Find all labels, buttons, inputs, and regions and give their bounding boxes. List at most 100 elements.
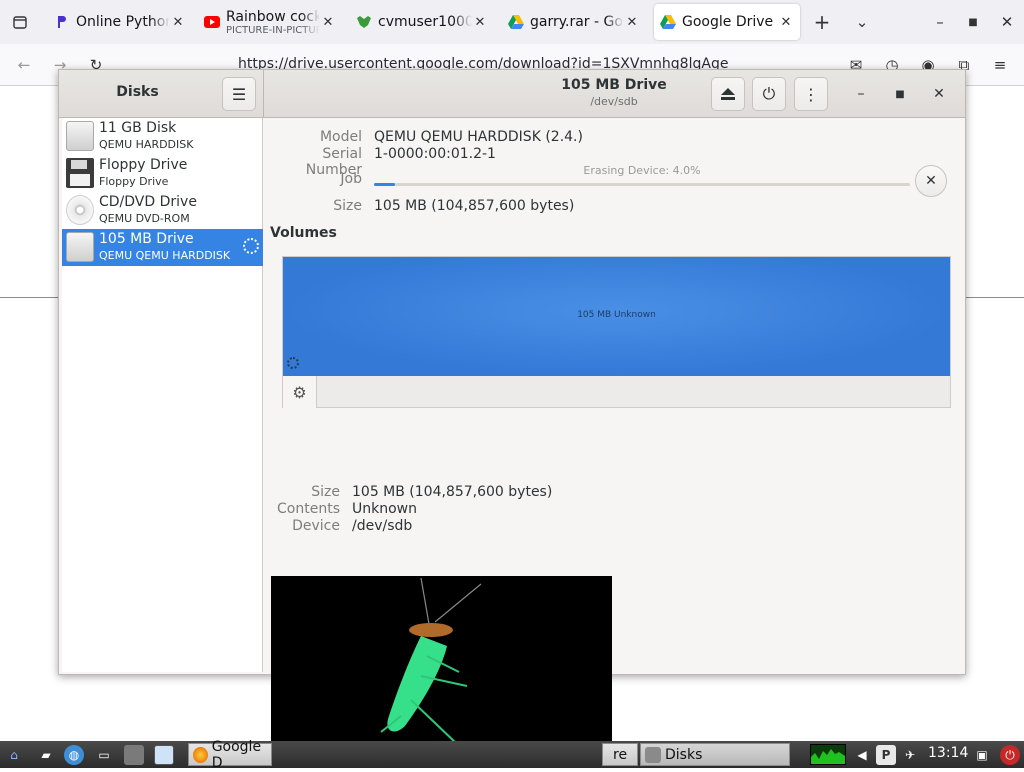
shutdown-icon[interactable]: ⏻ — [1000, 745, 1020, 765]
drive-model: QEMU HARDDISK — [99, 138, 194, 151]
web-browser-icon[interactable]: ◍ — [64, 745, 84, 765]
size-label: Size — [333, 198, 362, 214]
vertical-dots-icon: ⋮ — [803, 84, 819, 104]
start-menu-icon[interactable]: ⌂ — [4, 745, 24, 765]
volume-device-value: /dev/sdb — [352, 518, 413, 534]
model-value: QEMU QEMU HARDDISK (2.4.) — [374, 129, 583, 145]
close-icon: ✕ — [925, 173, 937, 189]
system-tray-icon[interactable]: ▣ — [972, 745, 992, 765]
maximize-window-button[interactable]: ■ — [888, 82, 912, 106]
model-label: Model — [319, 129, 362, 145]
power-icon: ⏻ — [762, 84, 776, 103]
harddisk-icon — [66, 232, 94, 262]
volume-size-label: Size — [311, 484, 340, 500]
harddisk-icon — [66, 121, 94, 151]
taskbar-item-disks[interactable]: Disks — [640, 743, 790, 766]
home-folder-icon[interactable]: ▰ — [36, 745, 56, 765]
browser-tab[interactable]: Rainbow cock PICTURE-IN-PICTURE ✕ — [198, 4, 342, 40]
maximize-browser-icon[interactable]: ■ — [957, 6, 989, 38]
optical-disc-icon — [66, 195, 94, 225]
drive-model: QEMU DVD-ROM — [99, 212, 190, 225]
size-value: 105 MB (104,857,600 bytes) — [374, 198, 575, 214]
job-progress-fill — [374, 183, 396, 186]
show-desktop-icon[interactable]: ▭ — [94, 745, 114, 765]
volume-partition[interactable]: 105 MB Unknown — [283, 257, 950, 376]
network-icon[interactable]: ✈ — [900, 745, 920, 765]
tab-title: Google Drive — [682, 14, 774, 30]
volume-icon[interactable]: ◀ — [852, 745, 872, 765]
disks-icon — [645, 746, 661, 763]
app-menu-button[interactable]: ☰ — [222, 77, 256, 111]
firefox-icon — [193, 746, 208, 763]
back-arrow-icon[interactable]: ← — [8, 49, 40, 81]
volumes-heading: Volumes — [270, 225, 337, 241]
power-off-button[interactable]: ⏻ — [752, 77, 786, 111]
busy-spinner-icon — [287, 357, 299, 369]
floppy-icon — [66, 158, 94, 188]
tab-title: garry.rar - Go — [530, 14, 623, 30]
partition-options-button[interactable]: ⚙ — [283, 376, 317, 408]
drive-item-cdrom[interactable]: CD/DVD Drive QEMU DVD-ROM — [62, 192, 263, 229]
volume-contents-label: Contents — [277, 501, 340, 517]
busy-spinner-icon — [243, 238, 259, 254]
clipboard-icon[interactable]: P — [876, 745, 896, 765]
drive-name: Floppy Drive — [99, 157, 188, 173]
volume-map: 105 MB Unknown ⚙ — [282, 256, 951, 408]
volume-label: 105 MB Unknown — [577, 310, 656, 320]
drive-item-11gb[interactable]: 11 GB Disk QEMU HARDDISK — [62, 118, 263, 155]
google-drive-icon — [660, 14, 676, 30]
drive-name: CD/DVD Drive — [99, 194, 197, 210]
job-progress-bar — [374, 183, 910, 186]
close-browser-icon[interactable]: ✕ — [991, 6, 1023, 38]
drive-name: 105 MB Drive — [99, 231, 194, 247]
hamburger-menu-icon: ☰ — [231, 84, 247, 104]
window-subtitle: /dev/sdb — [590, 95, 638, 108]
browser-tab-bar: Online Python ✕ Rainbow cock PICTURE-IN-P… — [0, 0, 1024, 44]
close-tab-icon[interactable]: ✕ — [778, 15, 794, 30]
taskbar-item-label: re — [613, 746, 628, 763]
tab-overview-icon[interactable] — [4, 6, 36, 38]
tab-title: Rainbow cock — [226, 8, 320, 25]
volume-device-label: Device — [292, 518, 340, 534]
browser-tab[interactable]: cvmuser1000 ✕ — [350, 4, 494, 40]
tab-list-chevron-icon[interactable]: ⌄ — [846, 6, 878, 38]
cancel-job-button[interactable]: ✕ — [915, 165, 947, 197]
drive-list: 11 GB Disk QEMU HARDDISK Floppy Drive Fl… — [62, 118, 263, 672]
tab-subtitle: PICTURE-IN-PICTURE — [226, 24, 320, 36]
taskbar-item-other[interactable]: re — [602, 743, 638, 766]
system-taskbar: ⌂ ▰ ◍ ▭ Google D re Disks ◀ P ✈ 13:14 ▣ … — [0, 739, 1024, 771]
drive-item-floppy[interactable]: Floppy Drive Floppy Drive — [62, 155, 263, 192]
window-header-bar: Disks ☰ 105 MB Drive /dev/sdb ⏻ ⋮ – ■ ✕ — [59, 70, 965, 118]
browser-tab-active[interactable]: Google Drive ✕ — [654, 4, 800, 40]
workspace-2-icon[interactable] — [154, 745, 174, 765]
new-tab-icon[interactable]: + — [806, 6, 838, 38]
tab-title: cvmuser1000 — [378, 14, 472, 30]
drive-model: QEMU QEMU HARDDISK — [99, 249, 231, 262]
taskbar-item-firefox[interactable]: Google D — [188, 739, 272, 771]
menu-icon[interactable]: ≡ — [984, 49, 1016, 81]
close-tab-icon[interactable]: ✕ — [320, 15, 336, 30]
eject-icon — [721, 88, 735, 100]
volume-contents-value: Unknown — [352, 501, 417, 517]
close-window-button[interactable]: ✕ — [927, 82, 951, 106]
picture-in-picture-video[interactable] — [271, 576, 612, 768]
window-title: 105 MB Drive — [561, 77, 667, 93]
job-status-text: Erasing Device: 4.0% — [583, 164, 701, 177]
drive-item-105mb[interactable]: 105 MB Drive QEMU QEMU HARDDISK — [62, 229, 263, 266]
job-label: Job — [340, 171, 362, 187]
drive-options-button[interactable]: ⋮ — [794, 77, 828, 111]
drive-name: 11 GB Disk — [99, 120, 177, 136]
browser-tab[interactable]: Online Python ✕ — [48, 4, 192, 40]
close-tab-icon[interactable]: ✕ — [472, 15, 488, 30]
google-drive-icon — [508, 14, 524, 30]
minimize-window-button[interactable]: – — [849, 82, 873, 106]
browser-tab[interactable]: garry.rar - Go ✕ — [502, 4, 646, 40]
eject-button[interactable] — [711, 77, 745, 111]
close-tab-icon[interactable]: ✕ — [624, 15, 640, 30]
python-icon — [54, 14, 70, 30]
sidebar-header: Disks ☰ — [59, 70, 264, 118]
close-tab-icon[interactable]: ✕ — [170, 15, 186, 30]
minimize-browser-icon[interactable]: – — [924, 6, 956, 38]
workspace-1-icon[interactable] — [124, 745, 144, 765]
volume-size-value: 105 MB (104,857,600 bytes) — [352, 484, 553, 500]
